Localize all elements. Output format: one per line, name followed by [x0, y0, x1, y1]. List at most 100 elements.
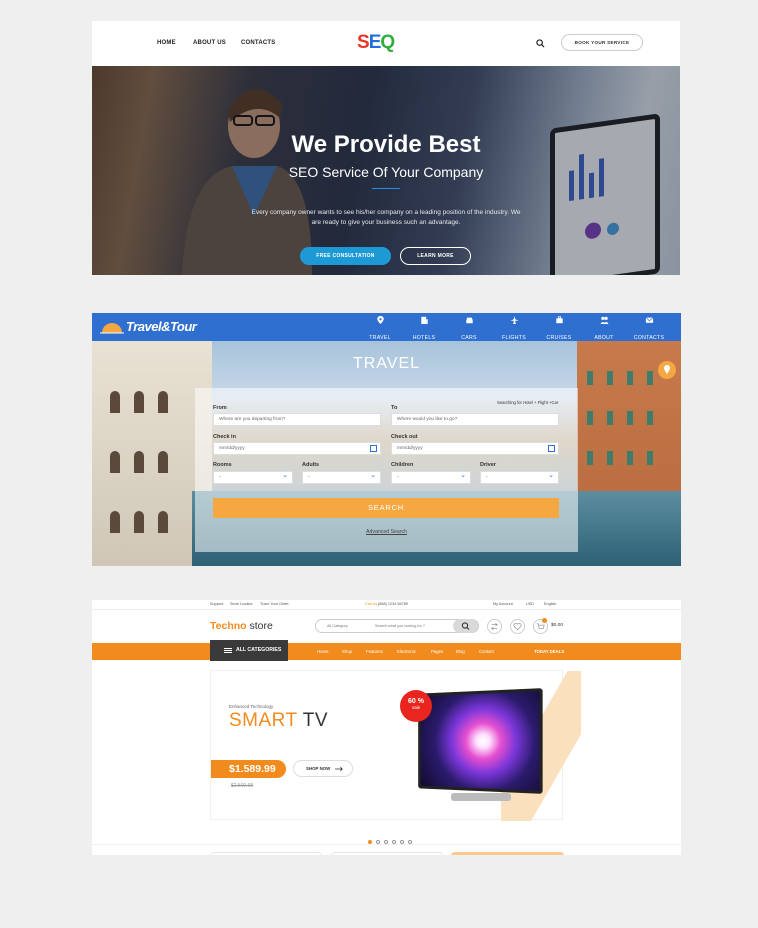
calendar-icon[interactable] — [370, 445, 377, 452]
product-search: All Category Search what you looking for… — [315, 619, 479, 633]
language-select[interactable]: English — [544, 602, 556, 606]
menu-contact[interactable]: Contact — [479, 649, 494, 654]
nav-hotels[interactable]: HOTELS — [402, 316, 446, 344]
checkin-input[interactable]: mm/dd/yyyy — [213, 442, 381, 455]
calendar-icon[interactable] — [548, 445, 555, 452]
nav-home-link[interactable]: HOME — [157, 40, 176, 46]
children-label: Children — [391, 462, 414, 468]
call-us-label: Call Us — [365, 602, 378, 606]
learn-more-button[interactable]: LEARN MORE — [400, 247, 471, 265]
search-button[interactable]: SEARCH — [213, 498, 559, 518]
compare-button[interactable] — [487, 619, 502, 634]
nav-travel[interactable]: TRAVEL — [358, 316, 402, 344]
techno-store-logo[interactable]: Techno store — [210, 620, 273, 632]
hero-banner: We Provide Best SEO Service Of Your Comp… — [92, 66, 680, 275]
rooms-label: Rooms — [213, 462, 232, 468]
promo-card[interactable] — [331, 852, 443, 855]
location-pin-button[interactable] — [658, 361, 676, 379]
travel-heading: TRAVEL — [352, 355, 421, 372]
suitcase-icon — [555, 316, 563, 324]
store-locator-link[interactable]: Store Locator — [230, 602, 253, 606]
menu-electronic[interactable]: Electronic — [397, 649, 416, 654]
seo-header: HOME ABOUT US CONTACTS SEQ BOOK YOUR SER… — [92, 21, 680, 66]
book-service-button[interactable]: BOOK YOUR SERVICE — [561, 34, 643, 51]
from-input[interactable]: Where are you departing from? — [213, 413, 381, 426]
menu-features[interactable]: Features — [366, 649, 383, 654]
children-select[interactable]: - — [391, 470, 471, 484]
driver-select[interactable]: - — [480, 470, 559, 484]
track-order-link[interactable]: Track Your Order — [260, 602, 289, 606]
menu-blog[interactable]: Blog — [456, 649, 465, 654]
all-categories-label: ALL CATEGORIES — [236, 647, 282, 653]
store-topbar: Support Store Locator Track Your Order C… — [92, 600, 681, 610]
shop-now-label: SHOP NOW — [306, 766, 331, 771]
banner-title-accent: SMART — [229, 710, 298, 731]
shop-now-button[interactable]: SHOP NOW — [293, 760, 353, 777]
logo-rest-text: store — [246, 620, 273, 632]
smart-tv-image — [418, 688, 543, 794]
adults-label: Adults — [302, 462, 320, 468]
nav-flights[interactable]: FLIGHTS — [492, 316, 536, 344]
nav-contacts[interactable]: CONTACTS — [627, 316, 671, 344]
compare-arrows-icon — [491, 622, 498, 631]
hero-divider — [372, 188, 400, 189]
menu-shop[interactable]: Shop — [342, 649, 352, 654]
logo-letter-s: S — [357, 32, 370, 53]
menu-pages[interactable]: Pages — [431, 649, 443, 654]
to-label: To — [391, 405, 398, 411]
search-icon[interactable] — [536, 39, 545, 48]
nav-about[interactable]: ABOUT — [582, 316, 626, 344]
nav-about-link[interactable]: ABOUT US — [193, 40, 226, 46]
travel-brand[interactable]: Travel&Tour — [126, 319, 197, 334]
today-deals-link[interactable]: TODAY DEALS — [534, 649, 564, 654]
adults-select[interactable]: - — [302, 470, 381, 484]
driver-label: Driver — [480, 462, 496, 468]
to-input[interactable]: Where would you like to go? — [391, 413, 559, 426]
sale-percent: 60 % — [408, 698, 424, 705]
search-mode-note: Searching for Hotel + Flight +Car — [497, 400, 559, 405]
nav-contacts-link[interactable]: CONTACTS — [241, 40, 276, 46]
checkout-placeholder: mm/dd/yyyy — [397, 446, 423, 451]
envelope-icon — [645, 317, 653, 323]
search-icon — [461, 622, 470, 630]
sale-label: sale — [411, 705, 421, 710]
support-link[interactable]: Support — [210, 602, 223, 606]
nav-cars[interactable]: CARS — [447, 316, 491, 344]
hamburger-icon — [224, 648, 232, 649]
hero-title: We Provide Best — [291, 131, 481, 158]
rooms-select[interactable]: - — [213, 470, 293, 484]
car-icon — [465, 317, 473, 324]
currency-select[interactable]: USD — [526, 602, 534, 606]
phone-number: (888) 1234 56789 — [378, 602, 408, 606]
banner-price: $1.589.99 — [211, 760, 286, 778]
banner-old-price: $2.500.99 — [231, 783, 254, 789]
logo-brand-text: Techno — [210, 620, 247, 632]
arrow-right-icon — [335, 766, 343, 772]
menu-home[interactable]: Home — [317, 649, 328, 654]
banner-title: SMART TV — [229, 710, 328, 732]
travel-template-preview: Travel&Tour TRAVEL HOTELS CARS FLIGHTS C… — [92, 313, 681, 566]
search-button[interactable] — [453, 619, 478, 633]
heart-icon — [513, 622, 522, 631]
advanced-search-link[interactable]: Advanced Search — [195, 529, 578, 535]
search-input[interactable]: Search what you looking for ? — [375, 624, 425, 628]
smart-tv-banner[interactable]: Enhanced Technology SMART TV $1.589.99 $… — [210, 670, 581, 821]
slider-dots — [374, 562, 389, 566]
seo-logo[interactable]: SEQ — [357, 32, 395, 54]
tv-stand-image — [451, 793, 511, 801]
promo-card[interactable] — [210, 852, 322, 855]
cart-total: $0.00 — [551, 623, 564, 628]
from-label: From — [213, 405, 227, 411]
nav-cruises[interactable]: CRUISES — [537, 316, 581, 344]
sale-badge: 60 % sale — [400, 690, 432, 722]
banner-slider-dots — [366, 831, 414, 849]
checkout-input[interactable]: mm/dd/yyyy — [391, 442, 559, 455]
promo-card[interactable] — [451, 852, 564, 855]
free-consultation-button[interactable]: FREE CONSULTATION — [300, 247, 391, 265]
wishlist-button[interactable] — [510, 619, 525, 634]
banner-eyebrow: Enhanced Technology — [229, 704, 274, 709]
hero-description: Every company owner wants to see his/her… — [251, 209, 521, 226]
my-account-menu[interactable]: My Account — [493, 602, 513, 606]
all-categories-button[interactable]: ALL CATEGORIES — [210, 640, 288, 661]
category-select[interactable]: All Category — [327, 624, 348, 628]
